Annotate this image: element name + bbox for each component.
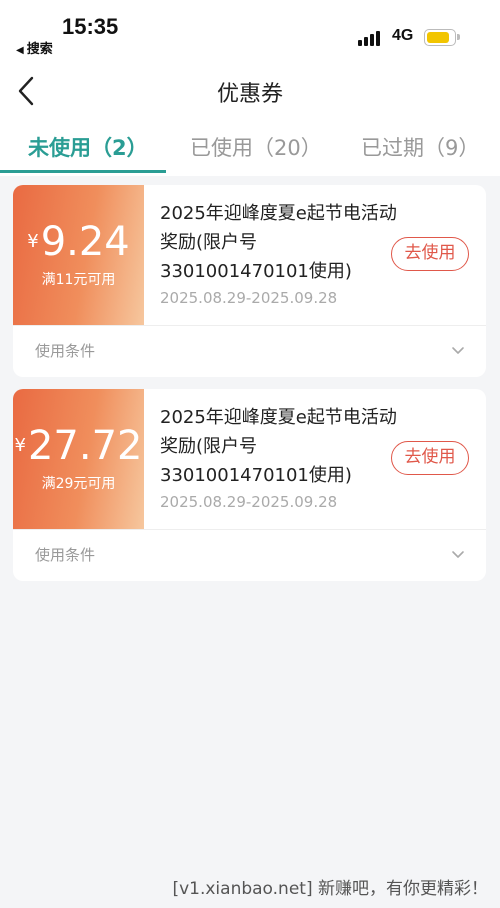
coupon-amount-panel: ¥27.72 满29元可用 (13, 389, 144, 529)
navigation-bar: 优惠券 (0, 62, 500, 120)
battery-icon (424, 29, 460, 46)
usage-conditions-toggle[interactable]: 使用条件 (13, 326, 486, 377)
active-tab-indicator (0, 170, 166, 173)
back-triangle-icon: ◀ (16, 45, 24, 56)
coupon-title: 2025年迎峰度夏e起节电活动奖励(限户号3301001470101使用) (160, 407, 397, 486)
currency-symbol: ¥ (14, 435, 26, 456)
watermark-text: [v1.xianbao.net] 新赚吧，有你更精彩！ (172, 879, 488, 899)
coupon-card: ¥9.24 满11元可用 2025年迎峰度夏e起节电活动奖励(限户号330100… (13, 185, 486, 377)
network-label: 4G (392, 27, 414, 44)
tab-unused[interactable]: 未使用（2） (28, 132, 148, 162)
coupon-amount: 9.24 (40, 219, 130, 265)
status-bar: 15:35 ◀ 搜索 4G (0, 0, 500, 62)
coupon-validity: 2025.08.29-2025.09.28 (160, 493, 338, 511)
chevron-down-icon (452, 551, 464, 558)
status-back-label: 搜索 (26, 42, 53, 57)
coupon-threshold: 满11元可用 (41, 272, 116, 288)
status-time: 15:35 (62, 14, 119, 39)
use-coupon-button[interactable]: 去使用 (391, 237, 469, 271)
coupon-validity: 2025.08.29-2025.09.28 (160, 289, 338, 307)
usage-conditions-label: 使用条件 (35, 342, 96, 360)
page-title: 优惠券 (216, 82, 283, 107)
use-coupon-button[interactable]: 去使用 (391, 441, 469, 475)
chevron-down-icon (452, 347, 464, 354)
coupon-threshold: 满29元可用 (41, 476, 116, 492)
coupon-card: ¥27.72 满29元可用 2025年迎峰度夏e起节电活动奖励(限户号33010… (13, 389, 486, 581)
usage-conditions-label: 使用条件 (35, 546, 96, 564)
status-back-to-app[interactable]: ◀ 搜索 (16, 38, 53, 57)
coupon-tabs: 未使用（2） 已使用（20） 已过期（9） (0, 120, 500, 176)
currency-symbol: ¥ (27, 231, 39, 252)
usage-conditions-toggle[interactable]: 使用条件 (13, 530, 486, 581)
coupon-title: 2025年迎峰度夏e起节电活动奖励(限户号3301001470101使用) (160, 203, 397, 282)
coupon-amount-panel: ¥9.24 满11元可用 (13, 185, 144, 325)
signal-strength-icon (358, 30, 384, 46)
tab-expired[interactable]: 已过期（9） (361, 132, 479, 162)
coupon-amount: 27.72 (27, 423, 143, 469)
tab-used[interactable]: 已使用（20） (190, 132, 322, 162)
